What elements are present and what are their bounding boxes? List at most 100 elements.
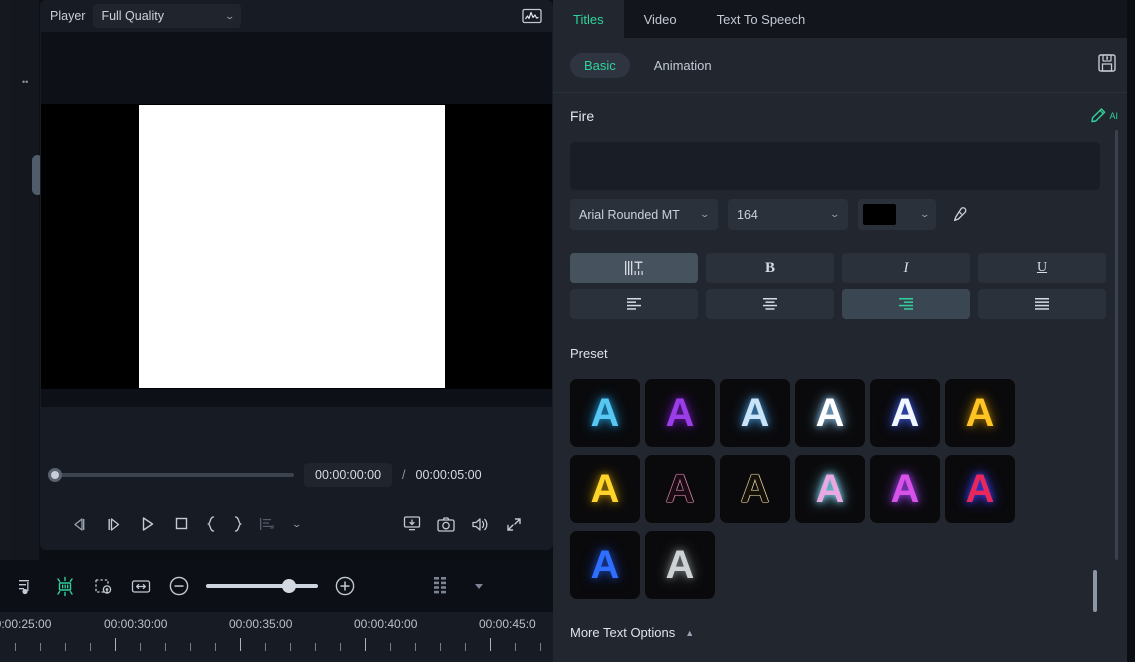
ruler-tick xyxy=(290,643,291,651)
preset-purple-glow[interactable]: A xyxy=(645,379,715,447)
font-color-select[interactable]: ⌄ xyxy=(858,199,936,230)
markers-dropdown-button[interactable]: ⌄ xyxy=(284,509,310,539)
save-floppy-icon[interactable] xyxy=(1096,52,1118,79)
stop-button[interactable] xyxy=(164,509,198,539)
step-forward-button[interactable] xyxy=(96,509,130,539)
preset-letter: A xyxy=(815,467,845,511)
app-root: •• Player Full Quality ⌄ 00:00:00:00 / 0… xyxy=(0,0,1135,662)
preset-letter: A xyxy=(890,391,920,435)
font-size-select[interactable]: 164 ⌄ xyxy=(728,199,848,230)
preset-red-blue-grad[interactable]: A xyxy=(945,455,1015,523)
zoom-slider-thumb[interactable] xyxy=(282,579,296,593)
player-panel: Player Full Quality ⌄ 00:00:00:00 / 00:0… xyxy=(40,0,553,550)
preset-gold[interactable]: A xyxy=(945,379,1015,447)
preset-pink-outline[interactable]: A xyxy=(645,455,715,523)
preset-cream-outline[interactable]: A xyxy=(720,455,790,523)
zoom-out-button[interactable] xyxy=(160,569,198,603)
chevron-down-icon: ⌄ xyxy=(699,209,711,219)
quality-select[interactable]: Full Quality ⌄ xyxy=(93,4,242,28)
preset-blue-bold[interactable]: A xyxy=(570,531,640,599)
ruler-tick xyxy=(215,643,216,651)
underline-glyph: U xyxy=(1036,260,1048,275)
eyedropper-icon[interactable] xyxy=(946,206,972,224)
align-justify-button[interactable] xyxy=(978,289,1106,319)
preset-letter: A xyxy=(890,467,920,511)
current-timecode[interactable]: 00:00:00:00 xyxy=(304,463,393,487)
panel-tabs: Titles Video Text To Speech xyxy=(553,0,1135,38)
chevron-down-icon: ⌄ xyxy=(919,209,931,219)
player-toolbar: Player Full Quality ⌄ xyxy=(40,0,553,32)
preset-pink-blue-grad[interactable]: A xyxy=(795,455,865,523)
tab-titles[interactable]: Titles xyxy=(553,0,624,38)
display-settings-button[interactable] xyxy=(395,509,429,539)
ruler-tick xyxy=(165,643,166,651)
total-timecode: 00:00:05:00 xyxy=(415,468,482,482)
subtab-basic[interactable]: Basic xyxy=(570,52,630,78)
seek-thumb[interactable] xyxy=(48,468,62,482)
font-family-select[interactable]: Arial Rounded MT ⌄ xyxy=(570,199,718,230)
bold-button[interactable]: B xyxy=(706,253,834,283)
markers-button[interactable] xyxy=(250,509,284,539)
ruler-label: 00:00:30:00 xyxy=(104,617,168,631)
section-title: Fire xyxy=(570,107,595,124)
align-right-button[interactable] xyxy=(842,289,970,319)
preset-magenta-grad[interactable]: A xyxy=(870,455,940,523)
ruler-tick xyxy=(90,643,91,651)
title-section-header: Fire AI xyxy=(553,92,1135,138)
more-text-options-toggle[interactable]: More Text Options ▲ xyxy=(570,625,694,640)
volume-button[interactable] xyxy=(463,509,497,539)
mark-in-button[interactable] xyxy=(198,509,224,539)
auto-highlight-icon[interactable] xyxy=(46,569,84,603)
panel-scroll-thumb[interactable] xyxy=(1093,570,1097,612)
audio-beat-icon[interactable] xyxy=(8,569,46,603)
fullscreen-button[interactable] xyxy=(497,509,531,539)
preset-ice-blue[interactable]: A xyxy=(720,379,790,447)
grid-view-icon[interactable] xyxy=(422,569,460,603)
preset-white-blue-glow[interactable]: A xyxy=(870,379,940,447)
fit-to-timeline-icon[interactable] xyxy=(122,569,160,603)
zoom-in-button[interactable] xyxy=(326,569,364,603)
timecode-separator: / xyxy=(402,468,406,482)
more-text-options-label: More Text Options xyxy=(570,625,676,640)
ai-label: AI xyxy=(1109,110,1118,121)
video-preview-stage[interactable] xyxy=(41,32,552,407)
preset-yellow-glow[interactable]: A xyxy=(570,455,640,523)
preset-letter: A xyxy=(815,391,845,435)
font-family-value: Arial Rounded MT xyxy=(579,207,680,222)
play-button[interactable] xyxy=(130,509,164,539)
subtab-animation[interactable]: Animation xyxy=(640,53,726,78)
text-spacing-button[interactable] xyxy=(570,253,698,283)
preset-letter: A xyxy=(665,467,695,511)
prev-frame-button[interactable] xyxy=(62,509,96,539)
seek-slider[interactable] xyxy=(48,468,294,482)
preset-white-glow[interactable]: A xyxy=(795,379,865,447)
underline-button[interactable]: U xyxy=(978,253,1106,283)
preset-silver[interactable]: A xyxy=(645,531,715,599)
panel-scroll-track[interactable] xyxy=(1115,130,1118,560)
title-text-input[interactable] xyxy=(570,142,1100,190)
zoom-slider[interactable] xyxy=(206,579,318,593)
render-preview-icon[interactable] xyxy=(84,569,122,603)
align-left-button[interactable] xyxy=(570,289,698,319)
ruler-tick xyxy=(515,643,516,651)
italic-button[interactable]: I xyxy=(842,253,970,283)
preset-cyan-glow[interactable]: A xyxy=(570,379,640,447)
text-style-grid: B I U xyxy=(570,253,1106,319)
tab-text-to-speech[interactable]: Text To Speech xyxy=(697,0,826,38)
align-center-button[interactable] xyxy=(706,289,834,319)
mark-out-button[interactable] xyxy=(224,509,250,539)
font-size-value: 164 xyxy=(737,207,758,222)
color-swatch[interactable] xyxy=(863,204,896,225)
timeline-ruler[interactable]: 00:00:25:00 00:00:30:00 00:00:35:00 00:0… xyxy=(0,612,553,662)
tab-video[interactable]: Video xyxy=(624,0,697,38)
chevron-down-icon: ⌄ xyxy=(829,209,841,219)
ruler-tick xyxy=(465,643,466,651)
player-title: Player xyxy=(50,9,86,23)
ai-pencil-icon[interactable]: AI xyxy=(1089,106,1118,125)
waveform-icon[interactable] xyxy=(521,7,543,25)
snapshot-button[interactable] xyxy=(429,509,463,539)
seek-row: 00:00:00:00 / 00:00:05:00 xyxy=(40,455,553,495)
window-right-edge xyxy=(1127,0,1135,662)
timeline-toolbar xyxy=(0,560,553,612)
grid-dropdown-button[interactable] xyxy=(460,569,498,603)
